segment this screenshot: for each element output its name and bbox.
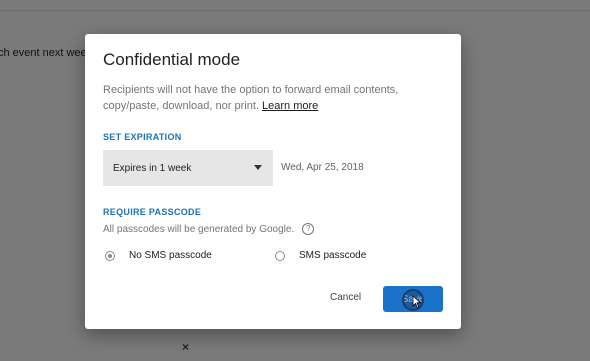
mouse-pointer-icon <box>412 295 422 309</box>
description-text: Recipients will not have the option to f… <box>103 84 399 112</box>
radio-unselected-icon[interactable] <box>275 250 285 261</box>
expiration-select-value: Expires in 1 week <box>113 162 192 174</box>
background-divider <box>0 10 590 11</box>
background-close-icon[interactable]: × <box>182 340 189 354</box>
set-expiration-label: SET EXPIRATION <box>103 132 182 142</box>
radio-no-sms-passcode[interactable]: No SMS passcode <box>105 250 212 261</box>
radio-selected-icon[interactable] <box>105 250 115 261</box>
dialog-title: Confidential mode <box>103 50 241 69</box>
cancel-button[interactable]: Cancel <box>330 292 361 303</box>
expiration-date: Wed, Apr 25, 2018 <box>281 162 364 173</box>
passcode-note: All passcodes will be generated by Googl… <box>103 223 315 235</box>
radio-label: No SMS passcode <box>129 250 212 261</box>
radio-label: SMS passcode <box>299 250 367 261</box>
confidential-mode-dialog: Confidential mode Recipients will not ha… <box>85 34 461 329</box>
help-icon[interactable]: ? <box>302 223 315 235</box>
background-email-text: ch event next week. <box>0 47 96 59</box>
expiration-select[interactable]: Expires in 1 week <box>103 150 273 186</box>
dropdown-arrow-icon <box>254 165 262 170</box>
learn-more-link[interactable]: Learn more <box>262 100 318 112</box>
dialog-description: Recipients will not have the option to f… <box>103 82 403 114</box>
radio-sms-passcode[interactable]: SMS passcode <box>275 250 366 261</box>
require-passcode-label: REQUIRE PASSCODE <box>103 207 202 217</box>
passcode-note-text: All passcodes will be generated by Googl… <box>103 223 295 235</box>
